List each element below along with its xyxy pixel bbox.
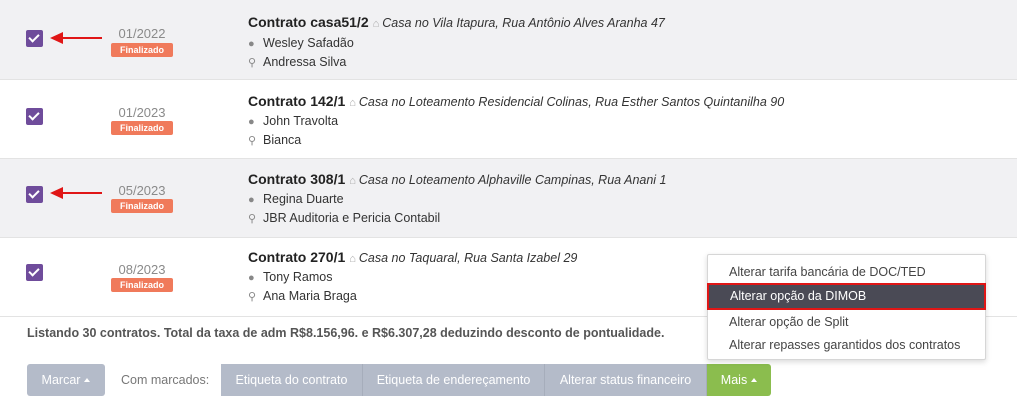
contract-title-line[interactable]: Contrato 270/1 ⌂ Casa no Taquaral, Rua San… [248,249,577,265]
home-icon: ⌂ [349,253,356,265]
bulk-actions-toolbar: Marcar Com marcados: Etiqueta do contrat… [27,364,771,396]
tenant-line: ⚲ Ana Maria Braga [248,289,357,303]
home-icon: ⌂ [372,18,380,30]
owner-name: Wesley Safadão [263,36,354,50]
marcar-label: Marcar [41,373,81,387]
com-marcados-label: Com marcados: [121,373,210,387]
caret-up-icon [751,378,758,382]
user-icon: ● [248,272,255,284]
contract-checkbox[interactable] [26,30,43,47]
mais-label: Mais [720,373,748,387]
key-icon: ⚲ [248,291,257,303]
home-icon: ⌂ [349,97,356,109]
owner-line: ● John Travolta [248,114,338,128]
caret-up-icon [84,378,91,382]
user-icon: ● [248,194,255,206]
owner-line: ● Tony Ramos [248,270,332,284]
status-badge: Finalizado [111,199,173,213]
contract-date: 01/2022 [118,26,166,41]
marcar-button[interactable]: Marcar [27,364,105,396]
owner-line: ● Wesley Safadão [248,36,354,50]
owner-name: Regina Duarte [263,192,344,206]
etiqueta-enderecamento-label: Etiqueta de endereçamento [376,373,531,387]
tenant-name: JBR Auditoria e Pericia Contabil [263,211,441,225]
key-icon: ⚲ [248,213,257,225]
tenant-name: Bianca [263,133,302,147]
contract-title[interactable]: Contrato 308/1 [248,171,345,187]
user-icon: ● [248,38,255,50]
home-icon: ⌂ [349,175,356,187]
tenant-name: Ana Maria Braga [263,289,357,303]
owner-name: Tony Ramos [263,270,333,284]
status-badge: Finalizado [111,278,173,292]
contract-title[interactable]: Contrato 270/1 [248,249,345,265]
contract-title[interactable]: Contrato 142/1 [248,93,345,109]
contract-date: 08/2023 [118,262,166,277]
tenant-line: ⚲ JBR Auditoria e Pericia Contabil [248,211,440,225]
menu-item-alterar-repasses[interactable]: Alterar repasses garantidos dos contrato… [708,334,985,356]
contract-date: 05/2023 [118,183,166,198]
alterar-status-label: Alterar status financeiro [559,373,692,387]
contract-address: Casa no Loteamento Residencial Colinas, … [358,95,785,109]
status-badge: Finalizado [111,121,173,135]
contract-date: 01/2023 [118,105,166,120]
contract-row[interactable]: 01/2022 Finalizado Contrato casa51/2 ⌂ Cas… [0,0,1017,80]
mais-button[interactable]: Mais [707,364,771,396]
owner-line: ● Regina Duarte [248,192,344,206]
owner-name: John Travolta [263,114,339,128]
tenant-line: ⚲ Andressa Silva [248,55,346,69]
contract-title[interactable]: Contrato casa51/2 [248,14,369,30]
alterar-status-financeiro-button[interactable]: Alterar status financeiro [545,364,707,396]
status-badge: Finalizado [111,43,173,57]
contract-row[interactable]: 01/2023 Finalizado Contrato 142/1 ⌂ Casa n… [0,80,1017,159]
contract-checkbox[interactable] [26,108,43,125]
user-icon: ● [248,116,255,128]
mais-dropdown-menu: Alterar tarifa bancária de DOC/TED Alter… [707,254,986,360]
contract-address: Casa no Vila Itapura, Rua Antônio Alves … [382,16,665,30]
contract-address: Casa no Loteamento Alphaville Campinas, … [358,173,667,187]
menu-item-alterar-tarifa[interactable]: Alterar tarifa bancária de DOC/TED [708,261,985,283]
contract-title-line[interactable]: Contrato casa51/2 ⌂ Casa no Vila Itapura, … [248,14,665,30]
contract-checkbox[interactable] [26,264,43,281]
menu-item-alterar-split[interactable]: Alterar opção de Split [708,311,985,333]
contract-address: Casa no Taquaral, Rua Santa Izabel 29 [358,251,578,265]
tenant-name: Andressa Silva [263,55,347,69]
listing-summary: Listando 30 contratos. Total da taxa de … [27,326,665,340]
arrow-annotation [50,187,102,199]
key-icon: ⚲ [248,135,257,147]
etiqueta-enderecamento-button[interactable]: Etiqueta de endereçamento [363,364,545,396]
tenant-line: ⚲ Bianca [248,133,301,147]
contract-title-line[interactable]: Contrato 142/1 ⌂ Casa no Loteamento Reside… [248,93,784,109]
arrow-annotation [50,32,102,44]
contract-checkbox[interactable] [26,186,43,203]
menu-item-alterar-dimob[interactable]: Alterar opção da DIMOB [707,283,986,310]
contract-row[interactable]: 05/2023 Finalizado Contrato 308/1 ⌂ Casa n… [0,159,1017,238]
contract-title-line[interactable]: Contrato 308/1 ⌂ Casa no Loteamento Alphav… [248,171,667,187]
etiqueta-contrato-button[interactable]: Etiqueta do contrato [221,364,363,396]
etiqueta-contrato-label: Etiqueta do contrato [235,373,348,387]
key-icon: ⚲ [248,57,257,69]
